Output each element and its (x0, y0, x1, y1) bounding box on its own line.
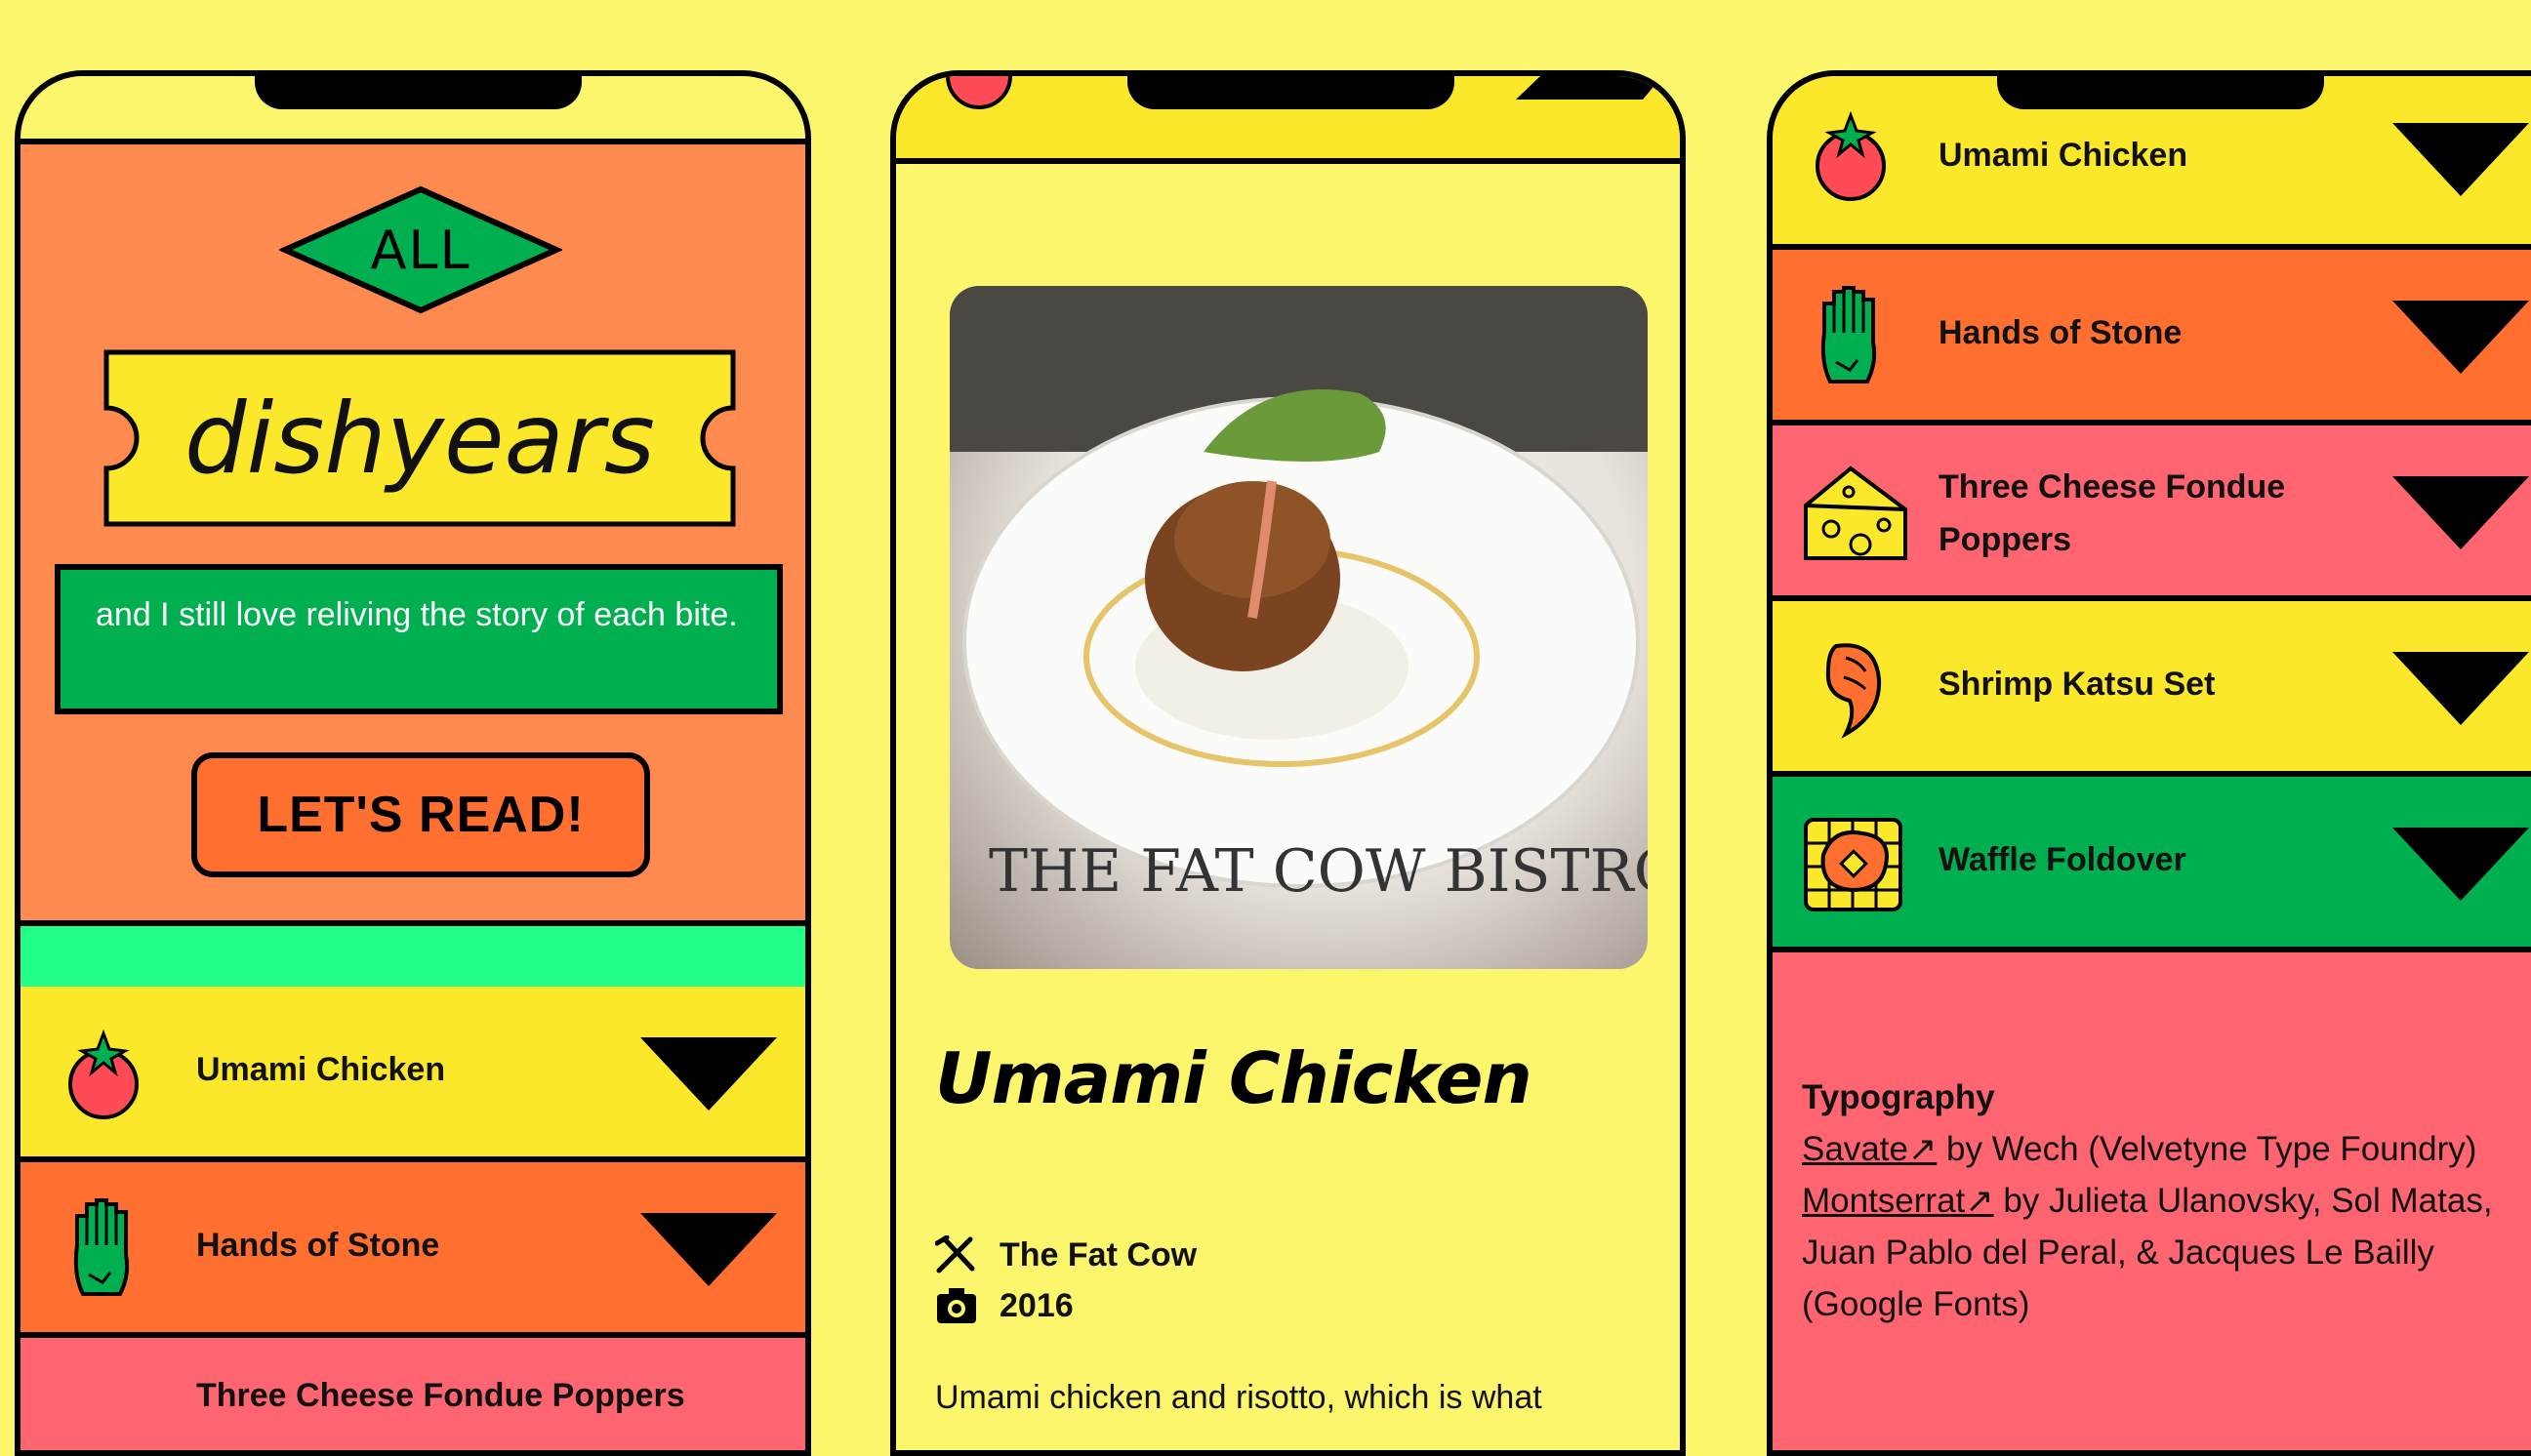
dish-row-shrimp-katsu[interactable]: Shrimp Katsu Set (1773, 601, 2531, 777)
chevron-down-icon[interactable] (2392, 301, 2529, 374)
phone-notch (255, 76, 582, 109)
credits-heading: Typography (1802, 1078, 1995, 1116)
phone-landing: ALL dishyears and I still love reliving … (15, 70, 811, 1456)
photo-caption: THE FAT COW BISTRO (989, 837, 1648, 906)
glove-icon (1820, 286, 1877, 384)
photo-year: 2016 (1000, 1286, 1074, 1324)
dish-label: Three Cheese Fondue Poppers (1939, 468, 2286, 558)
dish-row-three-cheese[interactable]: Three Cheese Fondue Poppers (1773, 425, 2531, 601)
restaurant-row: The Fat Cow (935, 1235, 1197, 1274)
dish-label: Umami Chicken (1939, 137, 2188, 174)
chevron-down-icon[interactable] (640, 1037, 777, 1111)
year-row: 2016 (935, 1286, 1074, 1325)
credit-line-savate: Savate↗ by Wech (Velvetyne Type Foundry) (1802, 1123, 2531, 1175)
tomato-icon (1816, 110, 1886, 201)
phone-notch (1127, 76, 1454, 109)
phone-detail: THE FAT COW BISTRO Umami Chicken The Fat… (890, 70, 1686, 1456)
dish-label: Hands of Stone (196, 1227, 440, 1264)
dish-row-three-cheese[interactable]: Three Cheese Fondue Poppers (20, 1338, 805, 1450)
savate-link[interactable]: Savate↗ (1802, 1130, 1937, 1168)
lets-read-button[interactable]: LET'S READ! (191, 752, 650, 877)
phone-notch (1997, 76, 2324, 109)
glove-icon (73, 1198, 130, 1296)
recipe-body-preview: Umami chicken and risotto, which is what (935, 1379, 1542, 1416)
recipe-title: Umami Chicken (935, 1037, 1532, 1119)
filter-all-button[interactable]: ALL (277, 185, 564, 314)
waffle-icon (1804, 818, 1902, 911)
dish-row-umami-chicken[interactable]: Umami Chicken (20, 987, 805, 1162)
filter-all-label: ALL (370, 219, 471, 281)
chevron-down-icon[interactable] (1516, 76, 1662, 100)
dish-label: Umami Chicken (196, 1051, 446, 1088)
credits-section: Typography Savate↗ by Wech (Velvetyne Ty… (1802, 1072, 2531, 1330)
chevron-down-icon[interactable] (640, 1213, 777, 1286)
montserrat-link[interactable]: Montserrat↗ (1802, 1182, 1994, 1220)
camera-icon (937, 1288, 976, 1323)
dish-photo: THE FAT COW BISTRO (950, 286, 1648, 969)
phone-list: Umami Chicken Hands of Stone Three Chees… (1767, 70, 2531, 1456)
dish-label: Hands of Stone (1939, 314, 2183, 351)
tomato-icon (946, 76, 1012, 109)
dish-label: Waffle Foldover (1939, 841, 2186, 878)
dish-row-waffle-foldover[interactable]: Waffle Foldover (1773, 777, 2531, 952)
credit-line-montserrat: Montserrat↗ by Julieta Ulanovsky, Sol Ma… (1802, 1175, 2531, 1330)
divider-bar (20, 920, 805, 992)
chevron-down-icon[interactable] (2392, 476, 2529, 549)
dish-label: Three Cheese Fondue Poppers (196, 1377, 685, 1414)
savate-credit: by Wech (Velvetyne Type Foundry) (1937, 1130, 2477, 1168)
brand-title: dishyears (184, 381, 655, 496)
chevron-down-icon[interactable] (2392, 828, 2529, 901)
chevron-down-icon[interactable] (2392, 123, 2529, 196)
chevron-down-icon[interactable] (2392, 652, 2529, 725)
dish-row-hands-of-stone[interactable]: Hands of Stone (20, 1162, 805, 1338)
dish-row-hands-of-stone[interactable]: Hands of Stone (1773, 250, 2531, 425)
brand-ticket: dishyears (103, 349, 736, 527)
restaurant-name: The Fat Cow (1000, 1235, 1198, 1274)
tomato-icon (68, 1029, 139, 1119)
tagline: and I still love reliving the story of e… (55, 564, 783, 714)
utensils-icon (935, 1235, 975, 1274)
shrimp-icon (1825, 643, 1882, 739)
dish-label: Shrimp Katsu Set (1939, 666, 2216, 703)
cheese-icon (1804, 465, 1907, 560)
